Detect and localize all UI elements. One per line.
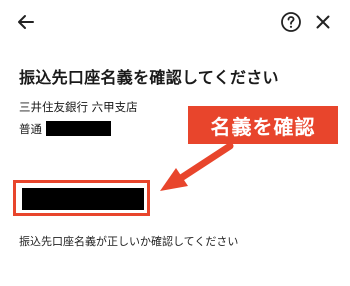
close-icon <box>316 15 330 29</box>
account-holder-name-highlight <box>13 180 150 216</box>
bank-branch-name: 三井住友銀行 六甲支店 <box>19 100 138 114</box>
close-button[interactable] <box>311 10 335 34</box>
page-title: 振込先口座名義を確認してください <box>19 68 279 87</box>
redacted-account-holder-name <box>22 188 144 210</box>
question-circle-icon <box>281 12 301 32</box>
back-button[interactable] <box>14 10 38 34</box>
arrow-left-icon <box>18 15 34 29</box>
account-type-label: 普通 <box>19 122 42 136</box>
top-bar <box>0 0 350 44</box>
redacted-account-number <box>46 121 111 136</box>
confirm-name-callout: 名義を確認 <box>188 106 338 144</box>
helper-text: 振込先口座名義が正しいか確認してください <box>19 235 239 248</box>
help-button[interactable] <box>279 10 303 34</box>
